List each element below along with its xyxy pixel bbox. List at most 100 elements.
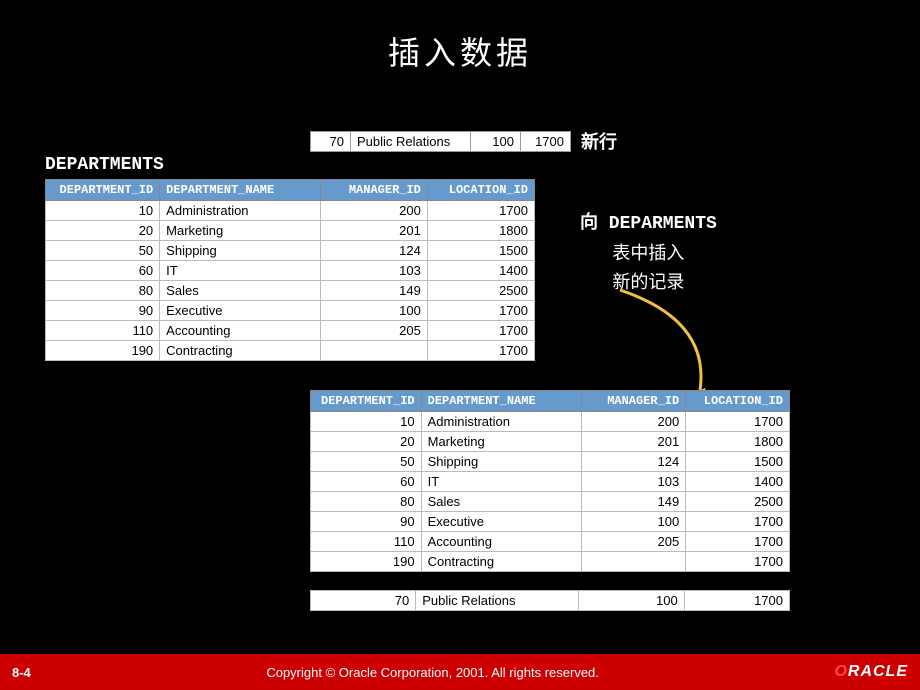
- cell-dept-id: 190: [311, 552, 422, 572]
- cell-dept-name: Accounting: [160, 321, 321, 341]
- page-title: 插入数据: [0, 0, 920, 74]
- top-departments-table: DEPARTMENT_ID DEPARTMENT_NAME MANAGER_ID…: [45, 179, 535, 361]
- cell-location-id: 1700: [427, 321, 534, 341]
- cell-manager-id: 205: [320, 321, 427, 341]
- cell-location-id: 1400: [427, 261, 534, 281]
- cell-dept-id: 190: [46, 341, 160, 361]
- cell-dept-name: Contracting: [160, 341, 321, 361]
- table-row: 10 Administration 200 1700: [46, 201, 535, 221]
- top-table-label: DEPARTMENTS: [45, 155, 535, 175]
- table-row: 50 Shipping 124 1500: [311, 452, 790, 472]
- desc-line1: 向 DEPARMENTS: [580, 210, 717, 239]
- table-row: 110 Accounting 205 1700: [46, 321, 535, 341]
- cell-manager-id: 205: [582, 532, 686, 552]
- bottom-departments-section: DEPARTMENT_ID DEPARTMENT_NAME MANAGER_ID…: [310, 390, 790, 572]
- cell-dept-name: Administration: [160, 201, 321, 221]
- cell-manager-id: [320, 341, 427, 361]
- bottom-new-row-table: 70 Public Relations 100 1700: [310, 590, 790, 611]
- table-row: 90 Executive 100 1700: [311, 512, 790, 532]
- bottom-col-header-location-id: LOCATION_ID: [686, 391, 790, 412]
- cell-location-id: 2500: [686, 492, 790, 512]
- cell-dept-id: 60: [46, 261, 160, 281]
- cell-dept-id: 90: [311, 512, 422, 532]
- cell-dept-name: Administration: [421, 412, 582, 432]
- cell-dept-id: 10: [46, 201, 160, 221]
- cell-dept-name: Sales: [421, 492, 582, 512]
- bottom-new-row-section: 70 Public Relations 100 1700: [310, 590, 790, 611]
- cell-dept-id: 10: [311, 412, 422, 432]
- new-row-dept-id: 70: [311, 131, 351, 151]
- cell-dept-id: 20: [311, 432, 422, 452]
- bottom-new-row-location-id: 1700: [684, 591, 789, 611]
- cell-manager-id: 100: [582, 512, 686, 532]
- cell-dept-name: Executive: [421, 512, 582, 532]
- cell-location-id: 1700: [686, 512, 790, 532]
- cell-manager-id: 100: [320, 301, 427, 321]
- cell-location-id: 1700: [427, 201, 534, 221]
- table-row: 20 Marketing 201 1800: [311, 432, 790, 452]
- cell-dept-id: 80: [46, 281, 160, 301]
- cell-manager-id: 103: [582, 472, 686, 492]
- table-row: 10 Administration 200 1700: [311, 412, 790, 432]
- cell-dept-id: 50: [46, 241, 160, 261]
- new-row-manager-id: 100: [471, 131, 521, 151]
- bottom-table-header-row: DEPARTMENT_ID DEPARTMENT_NAME MANAGER_ID…: [311, 391, 790, 412]
- bottom-new-row-dept-name: Public Relations: [416, 591, 579, 611]
- cell-location-id: 1700: [686, 532, 790, 552]
- bottom-new-row: 70 Public Relations 100 1700: [311, 591, 790, 611]
- cell-dept-id: 20: [46, 221, 160, 241]
- cell-dept-id: 110: [311, 532, 422, 552]
- cell-dept-name: Sales: [160, 281, 321, 301]
- new-row-label: 新行: [581, 128, 617, 154]
- new-row-dept-name: Public Relations: [351, 131, 471, 151]
- cell-manager-id: 200: [582, 412, 686, 432]
- page-number: 8-4: [12, 665, 31, 680]
- col-header-dept-name: DEPARTMENT_NAME: [160, 180, 321, 201]
- bottom-col-header-dept-name: DEPARTMENT_NAME: [421, 391, 582, 412]
- cell-dept-name: Contracting: [421, 552, 582, 572]
- copyright-text: Copyright © Oracle Corporation, 2001. Al…: [266, 665, 599, 680]
- cell-location-id: 1400: [686, 472, 790, 492]
- cell-dept-name: Shipping: [421, 452, 582, 472]
- bottom-col-header-dept-id: DEPARTMENT_ID: [311, 391, 422, 412]
- bottom-new-row-manager-id: 100: [579, 591, 684, 611]
- col-header-manager-id: MANAGER_ID: [320, 180, 427, 201]
- cell-location-id: 1800: [686, 432, 790, 452]
- bottom-new-row-dept-id: 70: [311, 591, 416, 611]
- cell-manager-id: 149: [582, 492, 686, 512]
- cell-manager-id: 124: [582, 452, 686, 472]
- cell-dept-name: IT: [160, 261, 321, 281]
- cell-location-id: 1700: [686, 552, 790, 572]
- cell-manager-id: 201: [320, 221, 427, 241]
- table-row: 80 Sales 149 2500: [311, 492, 790, 512]
- cell-location-id: 1700: [686, 412, 790, 432]
- table-row: 80 Sales 149 2500: [46, 281, 535, 301]
- col-header-location-id: LOCATION_ID: [427, 180, 534, 201]
- cell-manager-id: 201: [582, 432, 686, 452]
- new-row-table: 70 Public Relations 100 1700: [310, 131, 571, 152]
- cell-dept-name: Marketing: [160, 221, 321, 241]
- top-departments-section: DEPARTMENTS DEPARTMENT_ID DEPARTMENT_NAM…: [45, 155, 535, 361]
- cell-dept-name: IT: [421, 472, 582, 492]
- cell-manager-id: 149: [320, 281, 427, 301]
- cell-location-id: 1700: [427, 301, 534, 321]
- cell-dept-name: Shipping: [160, 241, 321, 261]
- new-row-location-id: 1700: [521, 131, 571, 151]
- table-row: 50 Shipping 124 1500: [46, 241, 535, 261]
- cell-dept-name: Accounting: [421, 532, 582, 552]
- cell-dept-id: 80: [311, 492, 422, 512]
- desc-line2: 表中插入: [580, 239, 717, 268]
- oracle-logo: ORACLE: [834, 663, 908, 681]
- cell-manager-id: 124: [320, 241, 427, 261]
- table-row: 90 Executive 100 1700: [46, 301, 535, 321]
- cell-dept-id: 90: [46, 301, 160, 321]
- bottom-col-header-manager-id: MANAGER_ID: [582, 391, 686, 412]
- cell-manager-id: 103: [320, 261, 427, 281]
- cell-location-id: 1700: [427, 341, 534, 361]
- cell-dept-name: Executive: [160, 301, 321, 321]
- table-row: 190 Contracting 1700: [311, 552, 790, 572]
- footer-bar: 8-4 Copyright © Oracle Corporation, 2001…: [0, 654, 920, 690]
- cell-dept-id: 60: [311, 472, 422, 492]
- bottom-departments-table: DEPARTMENT_ID DEPARTMENT_NAME MANAGER_ID…: [310, 390, 790, 572]
- new-row-container: 70 Public Relations 100 1700 新行: [310, 128, 617, 154]
